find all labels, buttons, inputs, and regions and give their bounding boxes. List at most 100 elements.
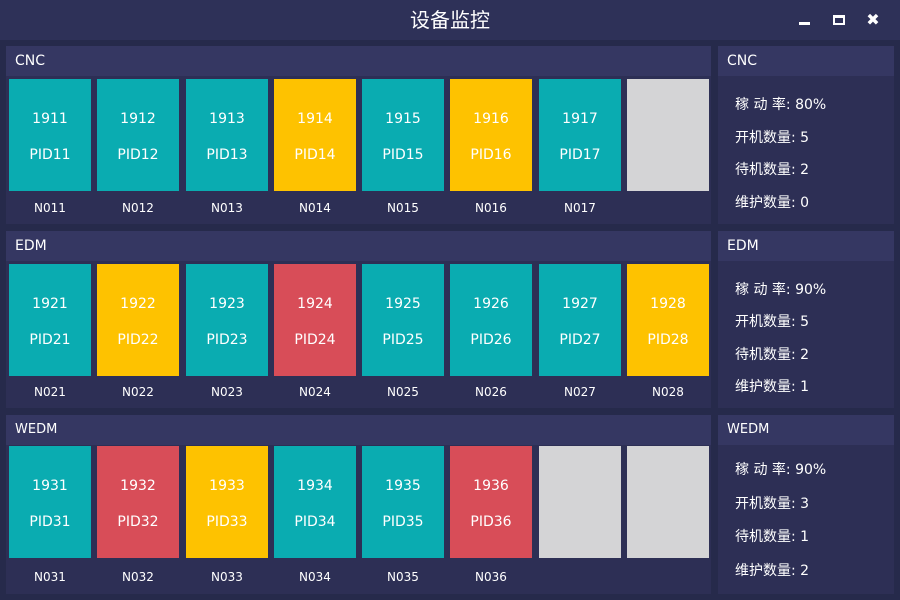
running-count: 开机数量: 5 — [735, 130, 810, 146]
machine-tile[interactable]: 1923 PID23 — [186, 264, 268, 376]
maintenance-count: 维护数量: 0 — [735, 195, 810, 211]
machine-id: 1934 — [297, 478, 333, 494]
window-title: 设备监控 — [410, 8, 490, 32]
machine-pid: PID13 — [206, 147, 248, 163]
utilization-rate: 稼 动 率: 90% — [735, 282, 827, 298]
group-title: WEDM — [6, 415, 711, 445]
machine-pid: PID28 — [647, 332, 689, 348]
machine-id: 1916 — [473, 111, 509, 127]
machine-id: 1911 — [32, 111, 68, 127]
machine-label: N012 — [122, 201, 154, 215]
machine-tile-empty — [627, 446, 709, 558]
machine-id: 1935 — [385, 478, 421, 494]
machine-id: 1913 — [209, 111, 245, 127]
stats-panel-edm: EDM 稼 动 率: 90% 开机数量: 5 待机数量: 2 维护数量: 1 — [718, 231, 894, 408]
machine-tile[interactable]: 1914 PID14 — [274, 79, 356, 191]
machine-label: N022 — [122, 385, 154, 399]
machine-pid: PID16 — [470, 147, 512, 163]
machine-id: 1936 — [473, 478, 509, 494]
machine-tile-empty — [627, 79, 709, 191]
maintenance-count: 维护数量: 1 — [735, 379, 810, 395]
group-title: EDM — [6, 231, 711, 261]
machine-id: 1931 — [32, 478, 68, 494]
machine-label: N023 — [211, 385, 243, 399]
machine-pid: PID27 — [559, 332, 601, 348]
machine-label: N024 — [299, 385, 331, 399]
machine-tile[interactable]: 1922 PID22 — [97, 264, 179, 376]
machine-label: N014 — [299, 201, 331, 215]
machine-tile[interactable]: 1917 PID17 — [539, 79, 621, 191]
machine-label: N011 — [34, 201, 66, 215]
minimize-icon — [798, 21, 810, 25]
utilization-rate: 稼 动 率: 80% — [735, 97, 827, 113]
machine-tile[interactable]: 1933 PID33 — [186, 446, 268, 558]
machine-label: N035 — [387, 570, 419, 584]
group-panel-cnc: CNC 1911 PID11 N011 1912 PID12 N012 1913… — [6, 46, 711, 224]
machine-label: N021 — [34, 385, 66, 399]
machine-label: N031 — [34, 570, 66, 584]
standby-count: 待机数量: 2 — [735, 347, 810, 363]
group-panel-wedm: WEDM 1931 PID31 N031 1932 PID32 N032 193… — [6, 415, 711, 594]
running-count: 开机数量: 5 — [735, 314, 810, 330]
machine-tile[interactable]: 1926 PID26 — [450, 264, 532, 376]
machine-label: N025 — [387, 385, 419, 399]
maximize-icon — [833, 15, 845, 25]
machine-label: N034 — [299, 570, 331, 584]
machine-tile[interactable]: 1934 PID34 — [274, 446, 356, 558]
minimize-button[interactable] — [794, 10, 814, 30]
machine-label: N027 — [564, 385, 596, 399]
machine-pid: PID35 — [382, 514, 424, 530]
machine-id: 1923 — [209, 296, 245, 312]
maintenance-count: 维护数量: 2 — [735, 563, 810, 579]
utilization-rate: 稼 动 率: 90% — [735, 462, 827, 478]
title-bar: 设备监控 ✖ — [0, 0, 900, 40]
machine-pid: PID22 — [117, 332, 159, 348]
machine-tile[interactable]: 1921 PID21 — [9, 264, 91, 376]
machine-id: 1932 — [120, 478, 156, 494]
machine-pid: PID11 — [29, 147, 71, 163]
machine-tile[interactable]: 1916 PID16 — [450, 79, 532, 191]
machine-pid: PID33 — [206, 514, 248, 530]
machine-tile[interactable]: 1915 PID15 — [362, 79, 444, 191]
machine-pid: PID17 — [559, 147, 601, 163]
machine-pid: PID24 — [294, 332, 336, 348]
close-icon: ✖ — [866, 10, 880, 29]
machine-label: N017 — [564, 201, 596, 215]
machine-id: 1917 — [562, 111, 598, 127]
machine-pid: PID31 — [29, 514, 71, 530]
machine-tile[interactable]: 1924 PID24 — [274, 264, 356, 376]
stats-title: EDM — [718, 231, 894, 261]
machine-label: N016 — [475, 201, 507, 215]
machine-tile[interactable]: 1912 PID12 — [97, 79, 179, 191]
machine-id: 1925 — [385, 296, 421, 312]
maximize-button[interactable] — [829, 10, 849, 30]
stats-title: WEDM — [718, 415, 894, 445]
machine-id: 1915 — [385, 111, 421, 127]
machine-id: 1922 — [120, 296, 156, 312]
machine-tile[interactable]: 1927 PID27 — [539, 264, 621, 376]
machine-label: N015 — [387, 201, 419, 215]
stats-title: CNC — [718, 46, 894, 76]
machine-tile[interactable]: 1928 PID28 — [627, 264, 709, 376]
machine-tile[interactable]: 1931 PID31 — [9, 446, 91, 558]
machine-pid: PID14 — [294, 147, 336, 163]
machine-id: 1933 — [209, 478, 245, 494]
machine-tile[interactable]: 1932 PID32 — [97, 446, 179, 558]
machine-pid: PID21 — [29, 332, 71, 348]
machine-tile-empty — [539, 446, 621, 558]
machine-tile[interactable]: 1936 PID36 — [450, 446, 532, 558]
stats-panel-cnc: CNC 稼 动 率: 80% 开机数量: 5 待机数量: 2 维护数量: 0 — [718, 46, 894, 224]
standby-count: 待机数量: 2 — [735, 162, 810, 178]
machine-tile[interactable]: 1925 PID25 — [362, 264, 444, 376]
machine-tile[interactable]: 1935 PID35 — [362, 446, 444, 558]
machine-pid: PID34 — [294, 514, 336, 530]
machine-tile[interactable]: 1911 PID11 — [9, 79, 91, 191]
standby-count: 待机数量: 1 — [735, 529, 810, 545]
machine-label: N036 — [475, 570, 507, 584]
close-button[interactable]: ✖ — [863, 10, 883, 30]
machine-tile[interactable]: 1913 PID13 — [186, 79, 268, 191]
machine-label: N033 — [211, 570, 243, 584]
running-count: 开机数量: 3 — [735, 496, 810, 512]
group-panel-edm: EDM 1921 PID21 N021 1922 PID22 N022 1923… — [6, 231, 711, 408]
machine-id: 1924 — [297, 296, 333, 312]
